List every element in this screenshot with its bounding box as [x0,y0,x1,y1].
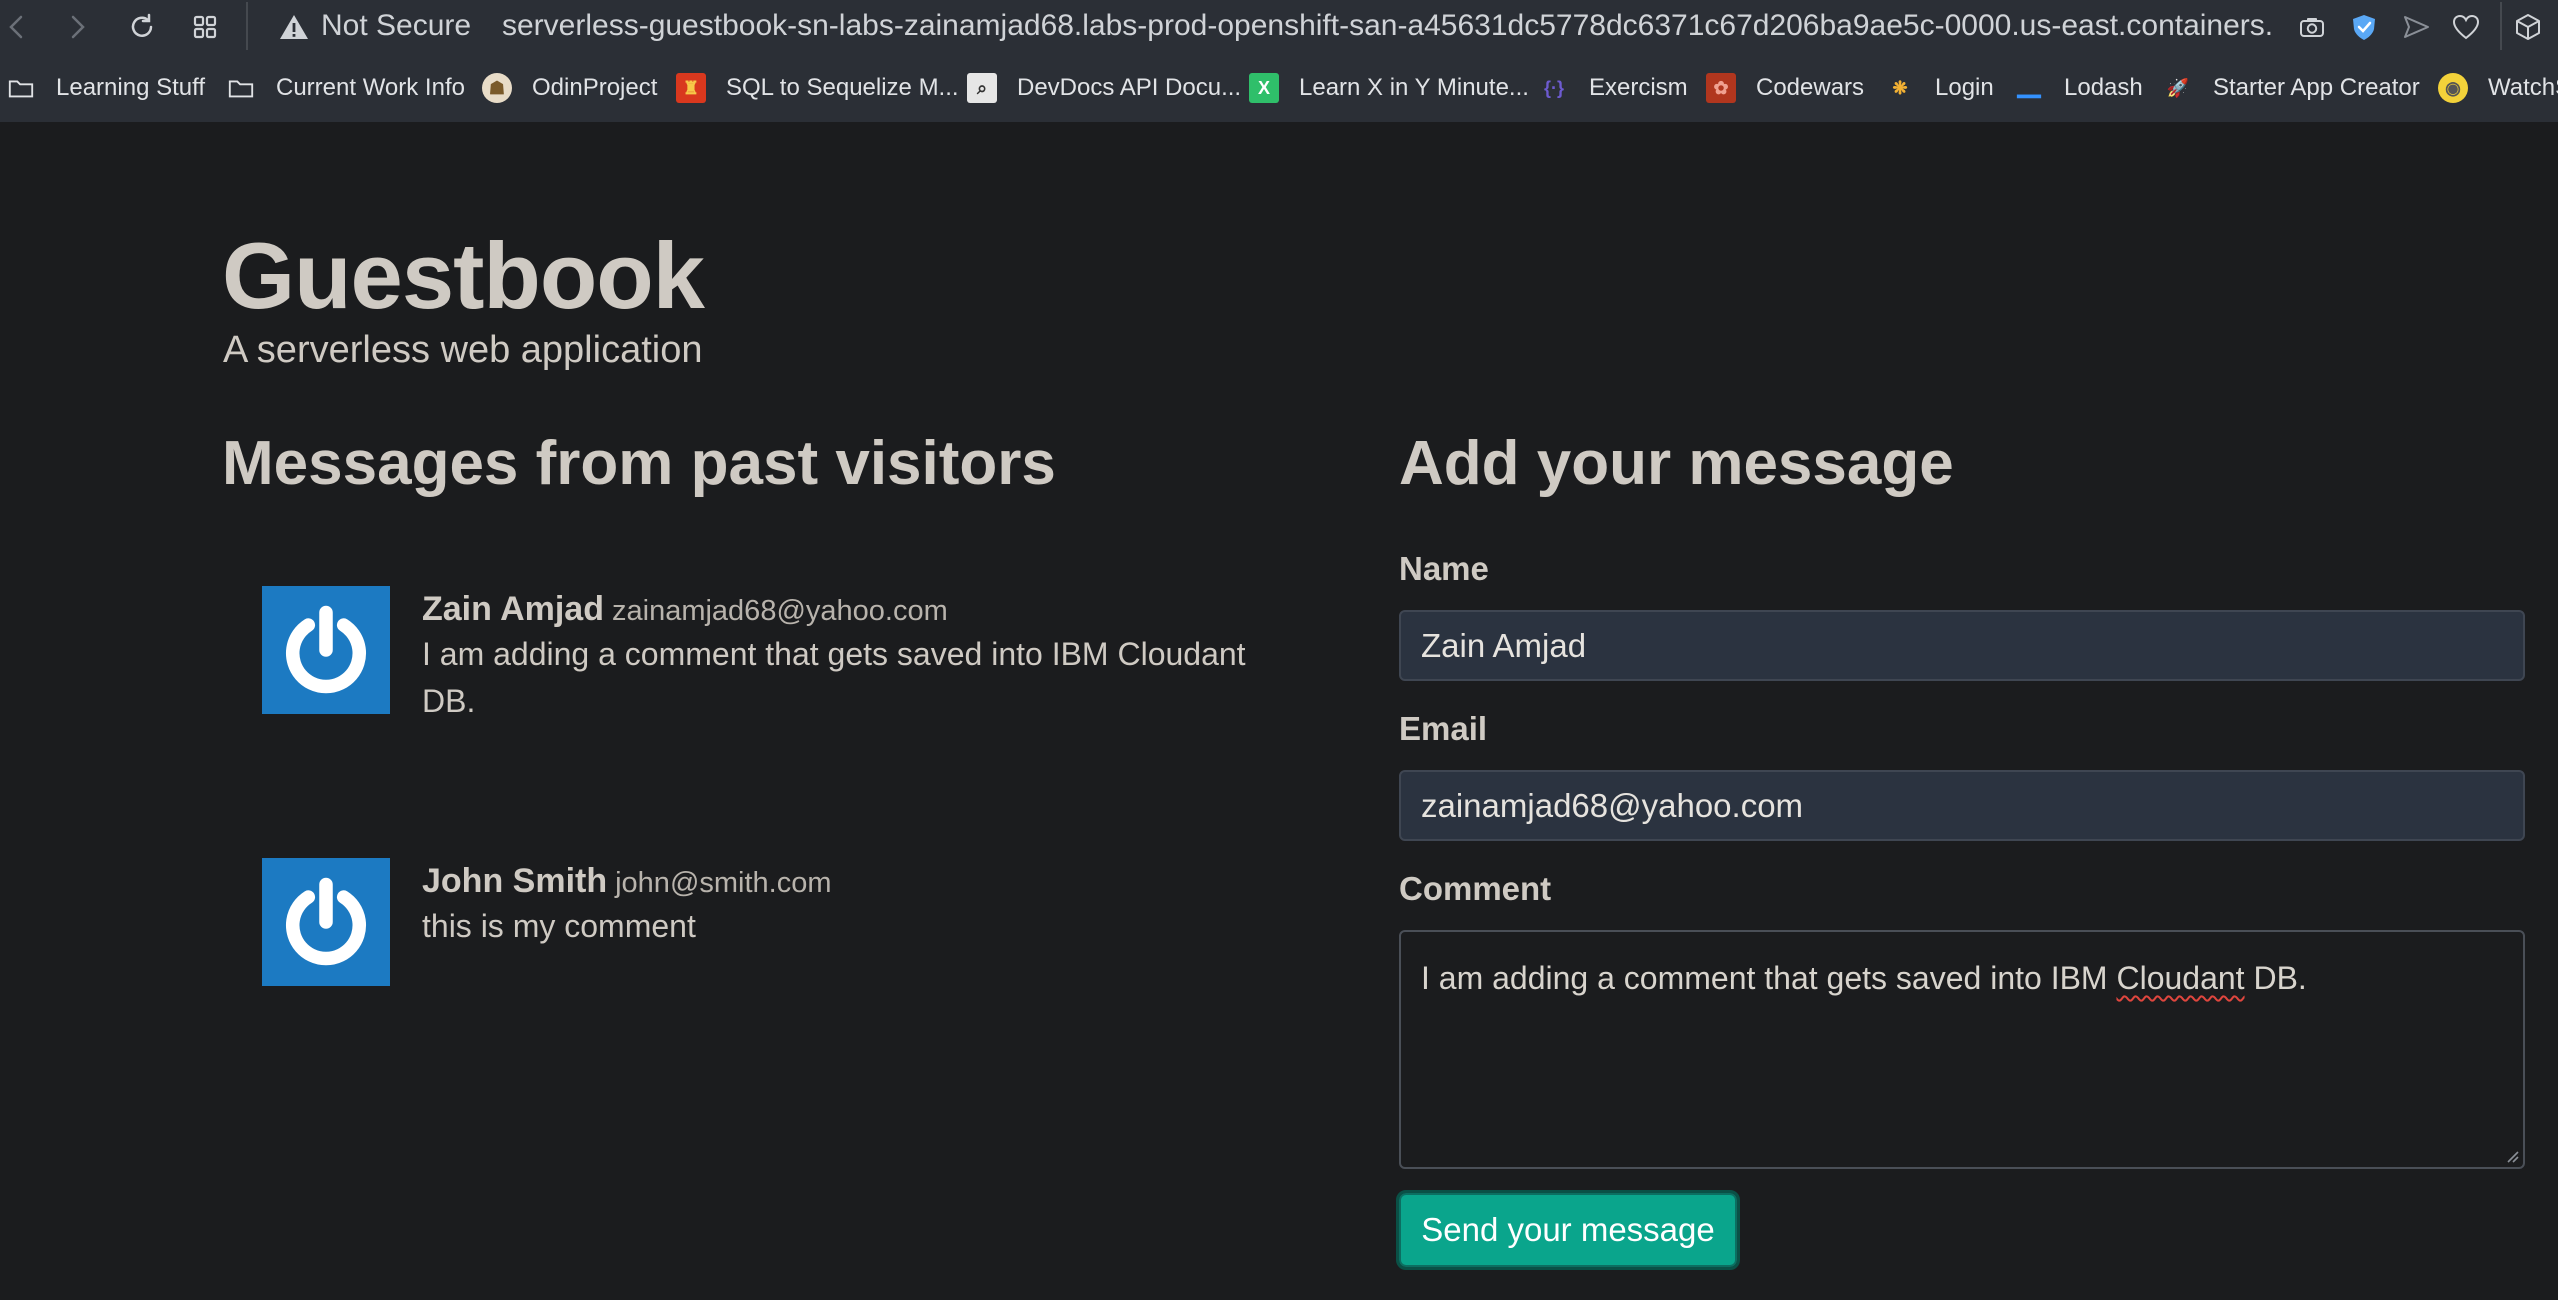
bookmark-label: Login [1935,74,1994,101]
warning-icon[interactable] [278,12,310,42]
email-field-value: zainamjad68@yahoo.com [1421,786,1804,824]
bookmark-label: WatchS [2488,74,2558,101]
message-body: John Smith john@smith.com this is my comm… [422,862,1292,950]
message-author-email: zainamjad68@yahoo.com [612,595,948,627]
email-field[interactable]: zainamjad68@yahoo.com [1399,770,2525,841]
misspelled-word: Cloudant [2116,960,2245,996]
lodash-icon [2014,73,2044,103]
message-comment: this is my comment [422,908,696,944]
heart-icon[interactable] [2450,11,2482,43]
forward-icon[interactable] [60,10,94,44]
toolbar-divider [246,2,248,50]
bookmark-label: SQL to Sequelize M... [726,74,959,101]
comment-text-end: DB. [2244,960,2307,996]
shield-icon[interactable] [2348,11,2380,43]
name-field[interactable]: Zain Amjad [1399,610,2525,681]
tabs-grid-icon[interactable] [188,10,222,44]
message-body: Zain Amjad zainamjad68@yahoo.com I am add… [422,590,1292,725]
send-message-button[interactable]: Send your message [1396,1190,1740,1270]
comment-textarea[interactable]: I am adding a comment that gets saved in… [1399,930,2525,1169]
rocket-icon: 🚀 [2166,77,2190,98]
bookmark-label: DevDocs API Docu... [1017,74,1242,101]
bookmarks-bar: Learning Stuff Current Work Info ☗ OdinP… [0,54,2558,122]
message-author-email: john@smith.com [615,867,832,899]
bookmark-label: Starter App Creator [2213,74,2420,101]
bookmark-learning-stuff[interactable]: Learning Stuff [6,68,205,108]
bookmark-devdocs[interactable]: ⌕ DevDocs API Docu... [967,68,1241,108]
bookmark-label: OdinProject [532,74,658,101]
avatar [262,858,390,986]
email-label: Email [1399,710,1488,747]
page-content: Guestbook A serverless web application M… [0,122,2558,1300]
camera-icon[interactable] [2296,11,2328,43]
learnx-icon: X [1249,73,1279,103]
devdocs-icon: ⌕ [967,73,997,103]
folder-icon [6,73,36,103]
sql-icon: ♜ [676,73,706,103]
comment-label: Comment [1399,870,1552,907]
power-icon [285,605,367,694]
name-label: Name [1399,550,1489,587]
bookmark-codewars[interactable]: ✿ Codewars [1706,68,1864,108]
cube-icon[interactable] [2512,11,2544,43]
login-icon: ❋ [1892,77,1908,98]
browser-toolbar: Not Secure serverless-guestbook-sn-labs-… [0,0,2558,54]
toolbar-divider-right [2500,2,2502,50]
bookmark-watchs[interactable]: ◉ WatchS [2438,68,2558,108]
resize-handle-icon[interactable] [2503,1147,2519,1163]
power-icon [285,877,367,966]
bookmark-sql-to-sequelize[interactable]: ♜ SQL to Sequelize M... [676,68,959,108]
bookmark-login[interactable]: ❋ Login [1885,68,1994,108]
bookmark-label: Current Work Info [276,74,465,101]
bookmark-starter-app-creator[interactable]: 🚀 Starter App Creator [2163,68,2420,108]
messages-heading: Messages from past visitors [222,429,1056,498]
message-author-name: John Smith [422,862,608,900]
reload-icon[interactable] [125,10,159,44]
bookmark-label: Learning Stuff [56,74,206,101]
message-comment: I am adding a comment that gets saved in… [422,636,1246,719]
bookmark-exercism[interactable]: {·} Exercism [1539,68,1688,108]
avatar [262,586,390,714]
bookmark-label: Codewars [1756,74,1865,101]
codewars-icon: ✿ [1706,73,1736,103]
page-title: Guestbook [222,223,705,328]
bookmark-lodash[interactable]: Lodash [2014,68,2143,108]
back-icon[interactable] [0,10,34,44]
security-label[interactable]: Not Secure [321,9,471,43]
name-field-value: Zain Amjad [1421,626,1587,664]
exercism-icon: {·} [1543,77,1564,98]
odin-icon: ☗ [482,73,512,103]
comment-text: I am adding a comment that gets saved in… [1421,960,2117,996]
folder-icon [226,73,256,103]
form-heading: Add your message [1399,429,1954,498]
bookmark-label: Learn X in Y Minute... [1299,74,1529,101]
bookmark-current-work-info[interactable]: Current Work Info [226,68,465,108]
bookmark-odinproject[interactable]: ☗ OdinProject [482,68,657,108]
send-icon[interactable] [2400,11,2432,43]
bookmark-label: Lodash [2064,74,2143,101]
bookmark-label: Exercism [1589,74,1688,101]
page-subtitle: A serverless web application [223,329,703,371]
bookmark-learn-x[interactable]: X Learn X in Y Minute... [1249,68,1529,108]
message-author-name: Zain Amjad [422,590,604,628]
minion-icon: ◉ [2438,73,2468,103]
address-bar-url[interactable]: serverless-guestbook-sn-labs-zainamjad68… [502,9,2272,43]
